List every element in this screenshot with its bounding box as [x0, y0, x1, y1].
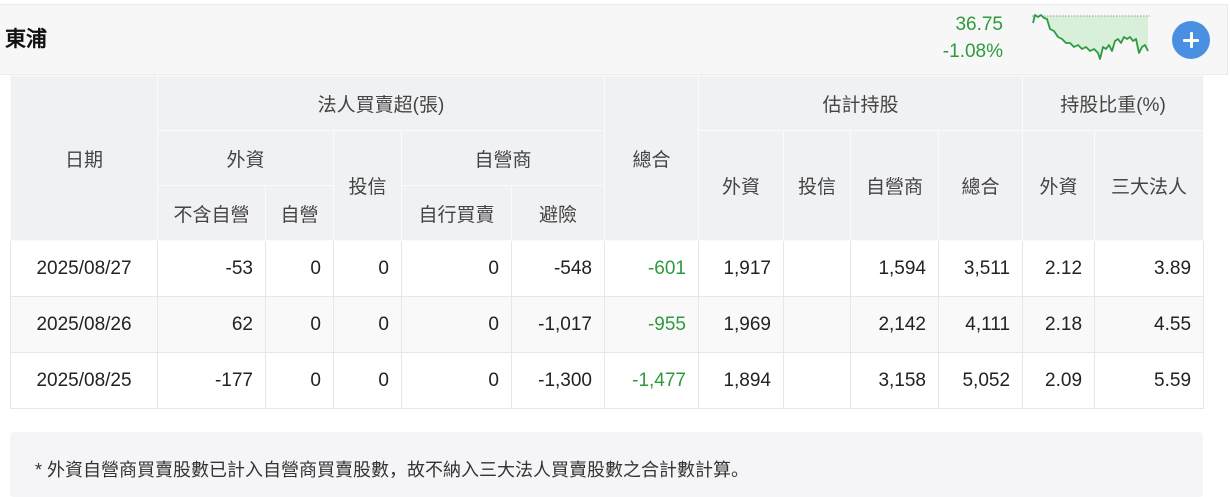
- header-holding-ratio: 持股比重(%): [1022, 75, 1205, 131]
- cell-ratio-foreign: 2.12: [1022, 240, 1096, 297]
- header-investment-trust: 投信: [333, 130, 402, 241]
- header-est-total: 總合: [937, 130, 1024, 241]
- header-ratio-three-institutions: 三大法人: [1094, 130, 1205, 241]
- cell-est-dealer: 3,158: [850, 352, 939, 409]
- stock-price: 36.75: [955, 14, 1003, 35]
- header-dealer: 自營商: [401, 130, 605, 186]
- table-row: 2025/08/26 62 0 0 0 -1,017 -955 1,969 2,…: [10, 296, 1205, 353]
- header-foreign-ex-dealer: 不含自營: [157, 185, 266, 241]
- cell-dealer-self: 0: [401, 352, 512, 409]
- cell-est-dealer: 2,142: [850, 296, 939, 353]
- cell-ratio-foreign: 2.18: [1022, 296, 1096, 353]
- footnote-text: * 外資自營商買賣股數已計入自營商買賣股數，故不納入三大法人買賣股數之合計數計算…: [35, 460, 750, 480]
- cell-date: 2025/08/26: [10, 296, 158, 353]
- table-row: 2025/08/27 -53 0 0 0 -548 -601 1,917 1,5…: [10, 240, 1205, 297]
- cell-est-foreign: 1,969: [698, 296, 784, 353]
- cell-total: -955: [604, 296, 699, 353]
- cell-est-trust: [783, 240, 851, 297]
- header-estimated-holdings: 估計持股: [697, 75, 1024, 131]
- cell-dealer-self: 0: [401, 240, 512, 297]
- header-est-dealer: 自營商: [850, 130, 939, 241]
- header-est-trust: 投信: [783, 130, 851, 241]
- plus-icon: [1172, 21, 1210, 59]
- cell-est-total: 5,052: [937, 352, 1024, 409]
- table-row: 2025/08/25 -177 0 0 0 -1,300 -1,477 1,89…: [10, 352, 1205, 409]
- cell-investment-trust: 0: [333, 240, 402, 297]
- price-sparkline: [1032, 14, 1150, 60]
- quote-block: 36.75 -1.08%: [943, 11, 1003, 65]
- cell-foreign-ex-dealer: -177: [157, 352, 266, 409]
- cell-ratio-three-institutions: 4.55: [1094, 296, 1205, 353]
- header-net-buy-sell: 法人買賣超(張): [157, 75, 605, 131]
- cell-foreign-dealer: 0: [265, 296, 334, 353]
- header-dealer-hedge: 避險: [511, 185, 605, 241]
- cell-dealer-hedge: -548: [511, 240, 605, 297]
- header-ratio-foreign: 外資: [1022, 130, 1096, 241]
- cell-est-trust: [783, 296, 851, 353]
- cell-investment-trust: 0: [333, 352, 402, 409]
- stock-change-pct: -1.08%: [942, 41, 1003, 62]
- header-est-foreign: 外資: [698, 130, 784, 241]
- cell-date: 2025/08/25: [10, 352, 158, 409]
- cell-ratio-foreign: 2.09: [1022, 352, 1096, 409]
- cell-foreign-ex-dealer: 62: [157, 296, 266, 353]
- header-foreign-dealer: 自營: [265, 185, 334, 241]
- cell-dealer-hedge: -1,017: [511, 296, 605, 353]
- cell-dealer-self: 0: [401, 296, 512, 353]
- cell-ratio-three-institutions: 5.59: [1094, 352, 1205, 409]
- cell-est-foreign: 1,894: [698, 352, 784, 409]
- cell-est-trust: [783, 352, 851, 409]
- cell-investment-trust: 0: [333, 296, 402, 353]
- cell-est-total: 3,511: [937, 240, 1024, 297]
- cell-date: 2025/08/27: [10, 240, 158, 297]
- stock-name: 東浦: [5, 28, 47, 51]
- header-date: 日期: [10, 75, 158, 241]
- header-dealer-self: 自行買賣: [401, 185, 512, 241]
- cell-foreign-ex-dealer: -53: [157, 240, 266, 297]
- cell-est-total: 4,111: [937, 296, 1024, 353]
- institutional-trading-table: 日期 法人買賣超(張) 總合 估計持股 持股比重(%) 外資 投信 自營商 外資…: [10, 75, 1205, 409]
- cell-total: -601: [604, 240, 699, 297]
- cell-est-foreign: 1,917: [698, 240, 784, 297]
- cell-foreign-dealer: 0: [265, 240, 334, 297]
- cell-ratio-three-institutions: 3.89: [1094, 240, 1205, 297]
- stock-header-bar: 東浦 36.75 -1.08%: [0, 4, 1228, 75]
- header-total: 總合: [604, 75, 699, 241]
- cell-est-dealer: 1,594: [850, 240, 939, 297]
- cell-dealer-hedge: -1,300: [511, 352, 605, 409]
- footnote: * 外資自營商買賣股數已計入自營商買賣股數，故不納入三大法人買賣股數之合計數計算…: [10, 432, 1203, 497]
- cell-total: -1,477: [604, 352, 699, 409]
- add-button[interactable]: [1172, 21, 1210, 59]
- header-foreign: 外資: [157, 130, 334, 186]
- cell-foreign-dealer: 0: [265, 352, 334, 409]
